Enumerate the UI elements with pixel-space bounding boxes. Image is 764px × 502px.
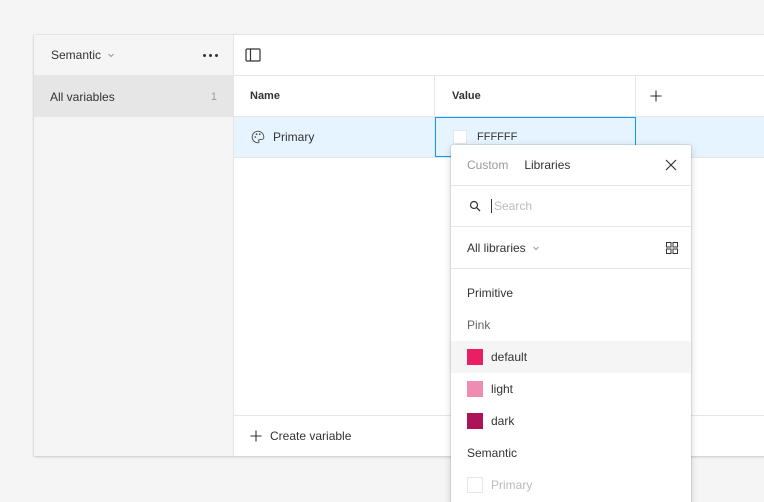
more-options-icon[interactable] [203, 49, 221, 61]
popover-tabs: Custom Libraries [451, 145, 691, 186]
list-item[interactable]: light [451, 373, 691, 405]
sidebar-item-count: 1 [210, 90, 217, 103]
tab-custom[interactable]: Custom [467, 158, 508, 172]
subgroup-heading-pink: Pink [467, 318, 491, 332]
add-mode-button[interactable] [636, 76, 676, 116]
variable-value: FFFFFF [477, 131, 518, 143]
collection-header: Semantic [34, 35, 233, 76]
variable-name-cell[interactable]: Primary [234, 117, 435, 157]
grid-view-icon[interactable] [665, 241, 679, 255]
collection-selector[interactable]: Semantic [51, 48, 101, 62]
library-filter-dropdown[interactable]: All libraries [467, 241, 526, 255]
group-heading-primitive: Primitive [467, 286, 514, 300]
color-swatch [467, 477, 483, 493]
table-header: Name Value [234, 76, 764, 117]
list-item[interactable]: default [451, 341, 691, 373]
color-label: light [491, 382, 514, 396]
toolbar [234, 35, 764, 76]
list-item: Primary [451, 469, 691, 501]
palette-icon [251, 130, 265, 144]
column-header-name[interactable]: Name [234, 76, 435, 116]
sidebar-item-all-variables[interactable]: All variables 1 [34, 76, 233, 117]
color-label: Primary [491, 478, 533, 492]
color-label: dark [491, 414, 515, 428]
color-swatch [467, 349, 483, 365]
group-heading-semantic: Semantic [467, 446, 518, 460]
search-icon [469, 200, 481, 212]
color-swatch [467, 413, 483, 429]
create-variable-label: Create variable [270, 429, 352, 443]
chevron-down-icon[interactable] [107, 51, 115, 59]
color-swatch [453, 130, 467, 144]
sidebar: Semantic All variables 1 [34, 35, 234, 456]
plus-icon [250, 430, 262, 442]
library-variable-list: Primitive Pink default light dark Semant… [451, 269, 691, 501]
color-picker-popover: Custom Libraries All libraries Primitive… [451, 145, 691, 502]
chevron-down-icon[interactable] [532, 244, 540, 252]
close-button[interactable] [663, 157, 679, 173]
column-header-value[interactable]: Value [435, 76, 636, 116]
sidebar-item-label: All variables [50, 89, 115, 104]
search-input[interactable] [491, 199, 671, 213]
variable-name: Primary [273, 130, 315, 144]
toggle-sidebar-icon[interactable] [245, 48, 261, 62]
close-icon [665, 159, 677, 171]
tab-libraries[interactable]: Libraries [524, 158, 570, 172]
list-item[interactable]: dark [451, 405, 691, 437]
color-swatch [467, 381, 483, 397]
library-filter-row: All libraries [451, 227, 691, 269]
plus-icon [650, 90, 662, 102]
search-bar [451, 186, 691, 227]
color-label: default [491, 350, 528, 364]
